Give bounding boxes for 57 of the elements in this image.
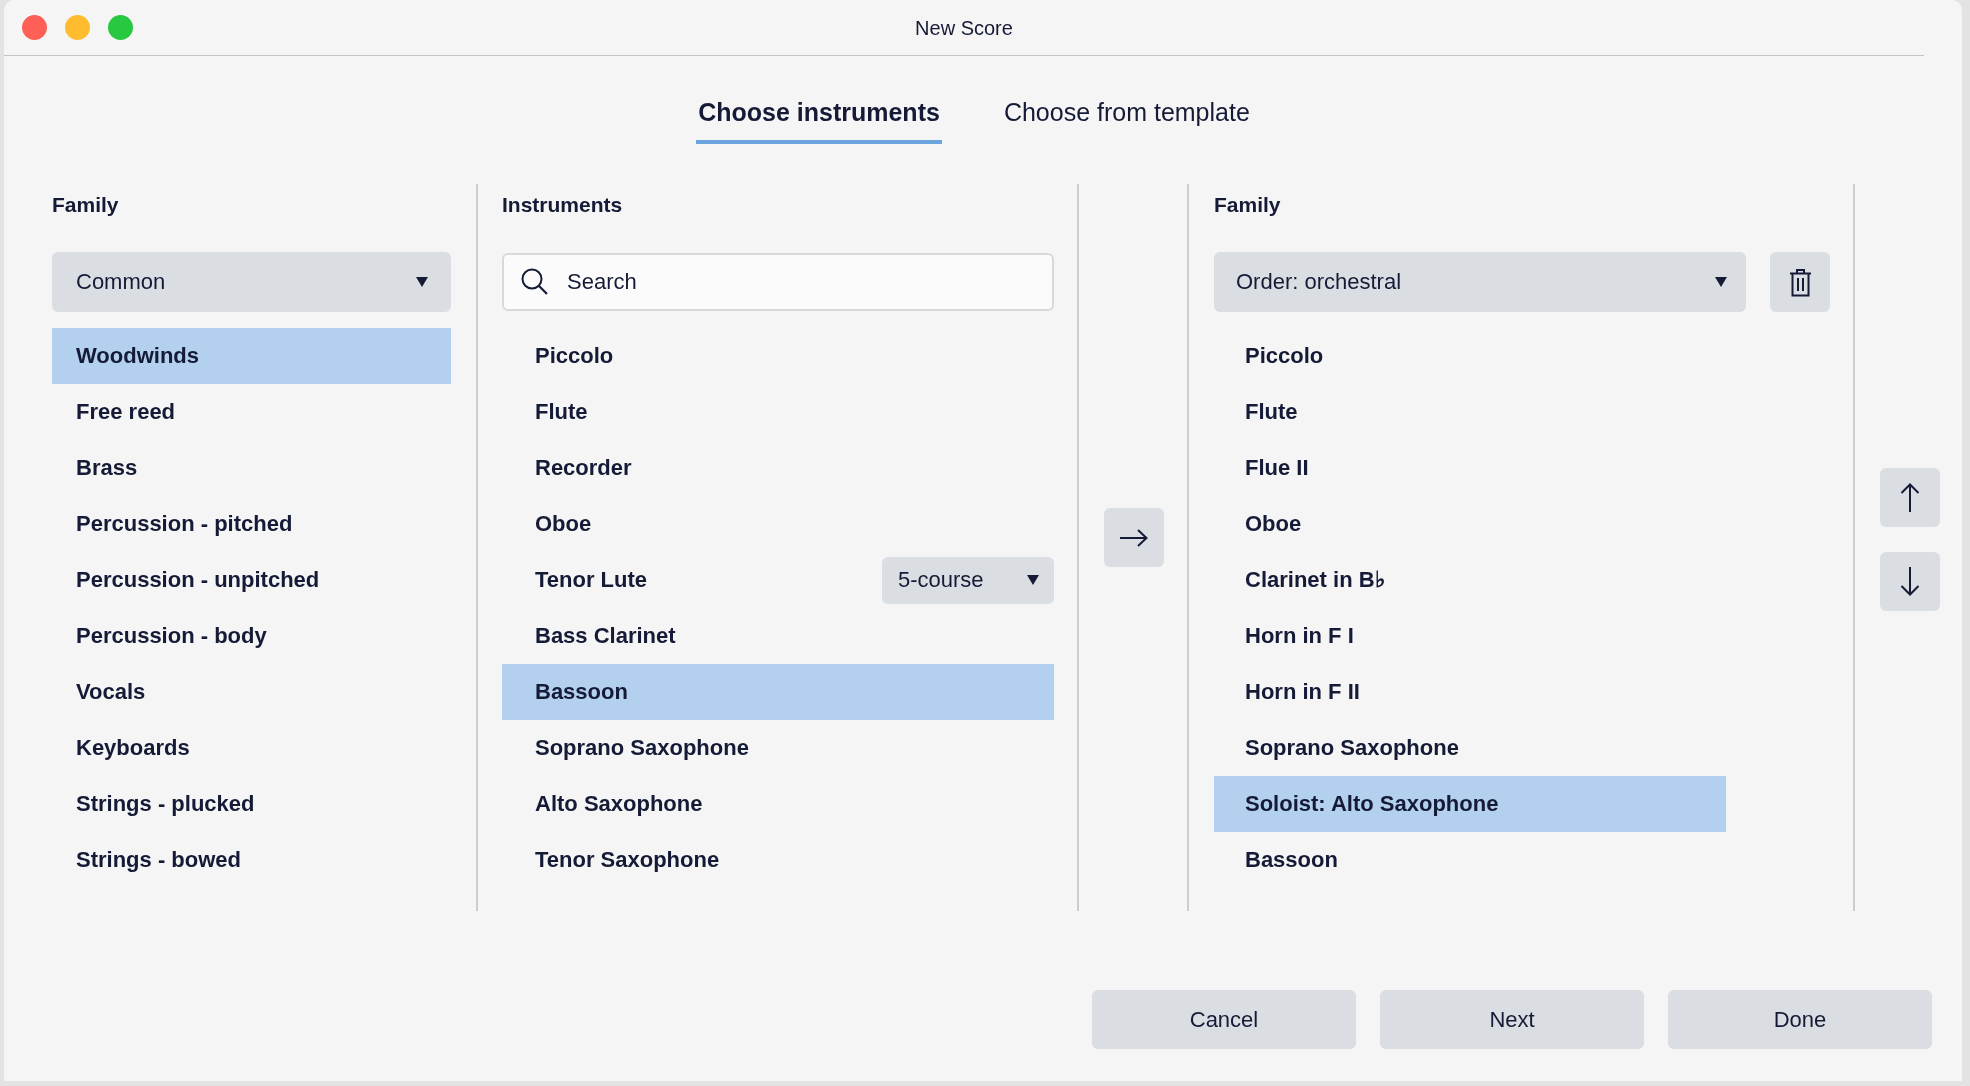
search-field[interactable]: Search <box>502 253 1054 311</box>
add-button[interactable] <box>1104 508 1164 567</box>
close-light-icon[interactable] <box>22 15 47 40</box>
list-item[interactable]: Clarinet in B♭ <box>1214 552 1726 608</box>
list-item[interactable]: Strings - plucked <box>52 776 451 832</box>
order-dropdown[interactable]: Order: orchestral <box>1214 252 1746 312</box>
arrow-up-icon <box>1900 483 1920 512</box>
list-item[interactable]: Soloist: Alto Saxophone <box>1214 776 1726 832</box>
list-item[interactable]: Brass <box>52 440 451 496</box>
list-item[interactable]: Bassoon <box>502 664 1054 720</box>
list-item[interactable]: Strings - bowed <box>52 832 451 888</box>
panel-heading: Family <box>52 192 120 218</box>
list-item[interactable]: Flute <box>1214 384 1726 440</box>
tab[interactable]: Choose from template <box>1001 97 1252 144</box>
list-item[interactable]: Horn in F II <box>1214 664 1726 720</box>
list-item[interactable]: Tenor Lute 5-course <box>502 552 1054 608</box>
footer-button[interactable]: Cancel <box>1092 990 1356 1049</box>
caret-icon <box>1027 575 1039 585</box>
move-down-button[interactable] <box>1880 552 1940 611</box>
search-icon <box>521 268 548 295</box>
list-item[interactable]: Piccolo <box>1214 328 1726 384</box>
panel-heading: Instruments <box>502 192 624 218</box>
variant-dropdown[interactable]: 5-course <box>882 556 1054 604</box>
list-item[interactable]: Oboe <box>1214 496 1726 552</box>
footer-button[interactable]: Done <box>1668 990 1932 1049</box>
list-item[interactable]: Soprano Saxophone <box>502 720 1054 776</box>
tab[interactable]: Choose instruments <box>696 97 942 144</box>
list-item[interactable]: Tenor Saxophone <box>502 832 1054 888</box>
footer-button[interactable]: Next <box>1380 990 1644 1049</box>
window-title: New Score <box>915 15 1013 40</box>
list-item[interactable]: Flue II <box>1214 440 1726 496</box>
panel-heading: Family <box>1214 192 1282 218</box>
list-item[interactable]: Recorder <box>502 440 1054 496</box>
arrow-down-icon <box>1900 567 1920 596</box>
list-item[interactable]: Woodwinds <box>52 328 451 384</box>
delete-button[interactable] <box>1770 252 1830 312</box>
trash-icon <box>1788 267 1812 297</box>
list-item[interactable]: Alto Saxophone <box>502 776 1054 832</box>
list-item[interactable]: Oboe <box>502 496 1054 552</box>
list-item[interactable]: Percussion - pitched <box>52 496 451 552</box>
list-item[interactable]: Flute <box>502 384 1054 440</box>
family-dropdown[interactable]: Common <box>52 252 451 312</box>
list-item[interactable]: Vocals <box>52 664 451 720</box>
list-item[interactable]: Bass Clarinet <box>502 608 1054 664</box>
list-item[interactable]: Soprano Saxophone <box>1214 720 1726 776</box>
arrow-right-icon <box>1120 528 1148 547</box>
list-item[interactable]: Piccolo <box>502 328 1054 384</box>
item-label: Tenor Lute <box>535 567 648 593</box>
list-item[interactable]: Horn in F I <box>1214 608 1726 664</box>
move-up-button[interactable] <box>1880 468 1940 527</box>
list-item[interactable]: Free reed <box>52 384 451 440</box>
caret-icon <box>416 277 428 287</box>
list-item[interactable]: Percussion - body <box>52 608 451 664</box>
list-item[interactable]: Keyboards <box>52 720 451 776</box>
list-item[interactable]: Percussion - unpitched <box>52 552 451 608</box>
list-item[interactable]: Bassoon <box>1214 832 1726 888</box>
caret-icon <box>1715 277 1727 287</box>
